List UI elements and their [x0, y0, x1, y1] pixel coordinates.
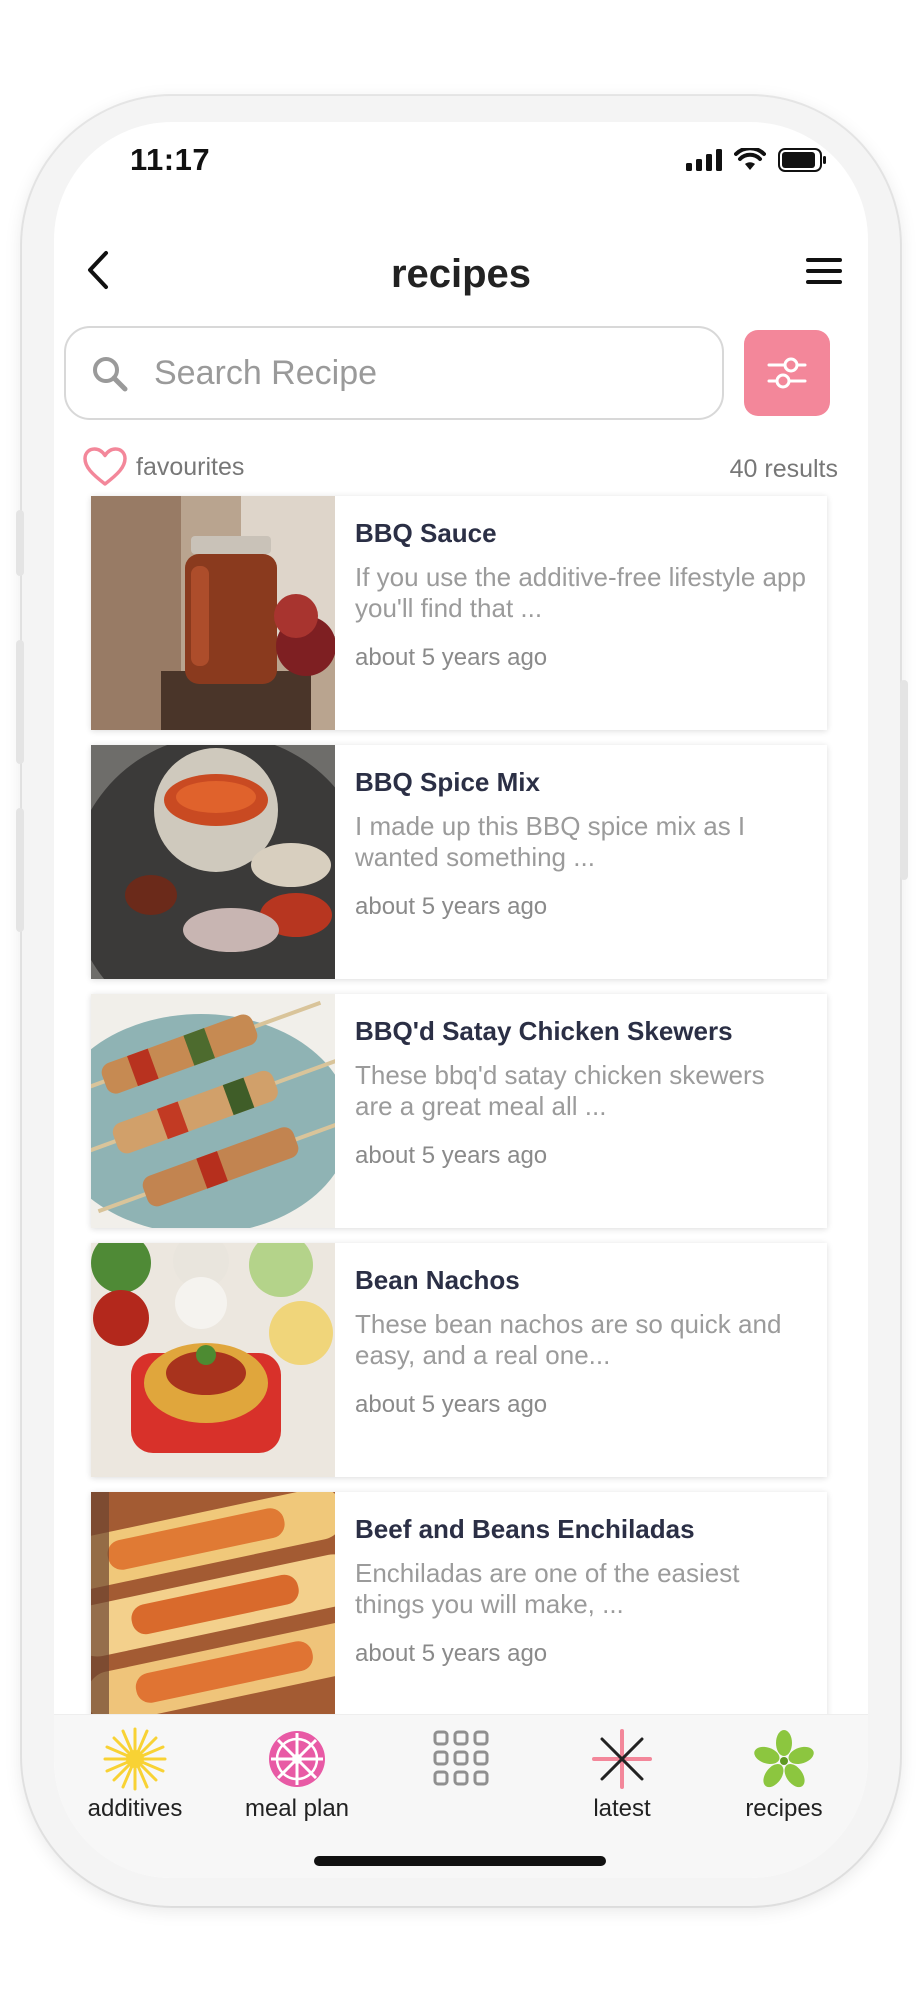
recipe-text: Bean Nachos These bean nachos are so qui…: [335, 1243, 827, 1477]
nav-header: recipes: [54, 222, 868, 302]
tab-latest[interactable]: latest: [547, 1727, 697, 1823]
recipe-title: Bean Nachos: [355, 1265, 520, 1295]
heart-icon: [83, 447, 127, 486]
recipe-title: BBQ Spice Mix: [355, 767, 540, 797]
page-title: recipes: [390, 252, 532, 296]
wifi-icon: [734, 148, 766, 170]
signal-icon: [686, 149, 722, 171]
filter-button[interactable]: [744, 330, 830, 416]
tab-bar: additives meal plan latest recipes: [54, 1714, 868, 1878]
tab-recipes[interactable]: recipes: [709, 1727, 859, 1823]
recipe-date: about 5 years ago: [355, 1142, 548, 1169]
recipe-text: BBQ Sauce If you use the additive-free l…: [335, 496, 827, 730]
hamburger-icon: [806, 258, 842, 284]
tab-label: meal plan: [244, 1795, 350, 1822]
grid-icon: [433, 1730, 489, 1786]
recipe-description: If you use the additive-free lifestyle a…: [355, 562, 806, 623]
recipe-description: I made up this BBQ spice mix as I wanted…: [355, 811, 746, 872]
recipe-date: about 5 years ago: [355, 644, 548, 671]
recipe-description: These bean nachos are so quick and easy,…: [355, 1309, 782, 1370]
recipe-title: BBQ'd Satay Chicken Skewers: [355, 1016, 733, 1046]
recipe-card[interactable]: BBQ Spice Mix I made up this BBQ spice m…: [91, 745, 827, 979]
recipe-card[interactable]: BBQ Sauce If you use the additive-free l…: [91, 496, 827, 730]
status-bar: 11:17: [54, 122, 868, 202]
recipe-date: about 5 years ago: [355, 893, 548, 920]
recipe-card[interactable]: Beef and Beans Enchiladas Enchiladas are…: [91, 1492, 827, 1726]
battery-icon: [778, 148, 826, 172]
phone-side-button: [16, 510, 24, 576]
recipe-image: [91, 745, 335, 979]
search-icon: [93, 357, 128, 392]
tab-home-grid[interactable]: [386, 1727, 536, 1793]
leaf-icon: [754, 1730, 814, 1788]
recipe-card[interactable]: Bean Nachos These bean nachos are so qui…: [91, 1243, 827, 1477]
phone-side-button: [16, 640, 24, 764]
favourites-toggle[interactable]: favourites: [82, 442, 244, 492]
phone-side-button: [900, 680, 908, 880]
tab-additives[interactable]: additives: [60, 1727, 210, 1823]
app-screen: 11:17 recipes Search Recipe favourites 4…: [54, 122, 868, 1878]
sun-icon: [103, 1727, 167, 1791]
favourites-label: favourites: [136, 452, 245, 481]
recipe-image: [91, 496, 335, 730]
sparkle-icon: [592, 1729, 652, 1789]
search-box: [64, 326, 724, 420]
recipe-text: Beef and Beans Enchiladas Enchiladas are…: [335, 1492, 827, 1726]
plate-icon: [269, 1731, 325, 1787]
tab-label: additives: [87, 1795, 183, 1822]
search-input[interactable]: [154, 348, 694, 398]
sliders-icon: [767, 357, 807, 389]
menu-button[interactable]: [804, 254, 844, 288]
status-time: 11:17: [130, 142, 211, 177]
status-icons: [686, 148, 828, 172]
recipe-image: [91, 1492, 335, 1726]
tab-label: recipes: [745, 1795, 823, 1822]
tab-meal-plan[interactable]: meal plan: [222, 1727, 372, 1823]
recipe-image: [91, 994, 335, 1228]
recipe-date: about 5 years ago: [355, 1391, 548, 1418]
recipe-title: Beef and Beans Enchiladas: [355, 1514, 695, 1544]
phone-side-button: [16, 808, 24, 932]
recipe-text: BBQ'd Satay Chicken Skewers These bbq'd …: [335, 994, 827, 1228]
recipe-description: These bbq'd satay chicken skewers are a …: [355, 1060, 765, 1121]
recipe-date: about 5 years ago: [355, 1640, 548, 1667]
recipe-description: Enchiladas are one of the easiest things…: [355, 1558, 740, 1619]
recipe-title: BBQ Sauce: [355, 518, 497, 548]
results-count: 40 results: [729, 455, 838, 483]
home-indicator[interactable]: [314, 1856, 606, 1866]
recipe-image: [91, 1243, 335, 1477]
tab-label: latest: [593, 1795, 651, 1822]
recipe-text: BBQ Spice Mix I made up this BBQ spice m…: [335, 745, 827, 979]
recipe-card[interactable]: BBQ'd Satay Chicken Skewers These bbq'd …: [91, 994, 827, 1228]
